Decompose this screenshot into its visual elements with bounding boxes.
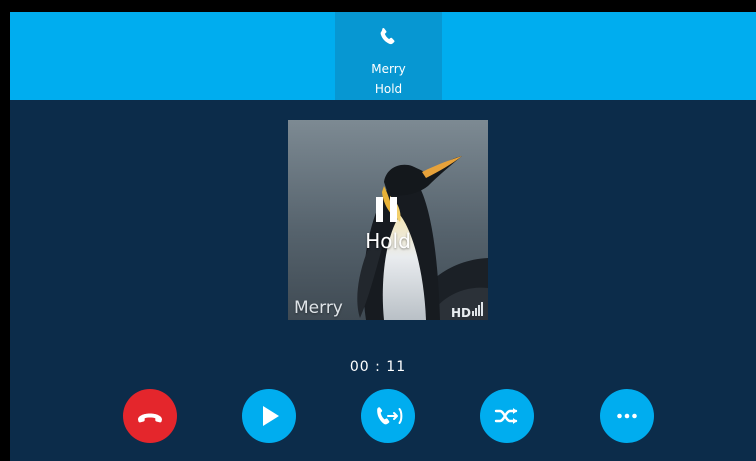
transfer-call-icon bbox=[377, 407, 403, 425]
call-tab-status: Hold bbox=[374, 82, 403, 96]
pause-icon bbox=[376, 197, 398, 222]
caller-name: Merry bbox=[294, 298, 343, 318]
resume-play-icon bbox=[263, 406, 279, 426]
more-options-button[interactable] bbox=[600, 389, 654, 443]
transfer-button[interactable] bbox=[361, 389, 415, 443]
caller-avatar-card: Hold Merry HD bbox=[288, 120, 488, 320]
end-call-icon bbox=[138, 413, 162, 423]
call-timer-text: 00 : 11 bbox=[349, 359, 407, 375]
call-tab-name: Merry bbox=[371, 62, 406, 76]
call-screen: Merry Hold Hold Merry HD 00: 11 bbox=[10, 12, 756, 461]
signal-bars-icon bbox=[472, 302, 483, 316]
resume-button[interactable] bbox=[242, 389, 296, 443]
swap-button[interactable] bbox=[480, 389, 534, 443]
end-call-button[interactable] bbox=[123, 389, 177, 443]
more-dots-icon bbox=[617, 413, 637, 419]
call-tab-bar: Merry Hold bbox=[10, 12, 756, 100]
swap-shuffle-icon bbox=[494, 408, 518, 424]
hold-status-text: Hold bbox=[365, 229, 411, 253]
hd-badge: HD bbox=[451, 306, 472, 320]
phone-handset-icon bbox=[380, 27, 395, 45]
call-tab-merry[interactable]: Merry Hold bbox=[335, 12, 442, 100]
